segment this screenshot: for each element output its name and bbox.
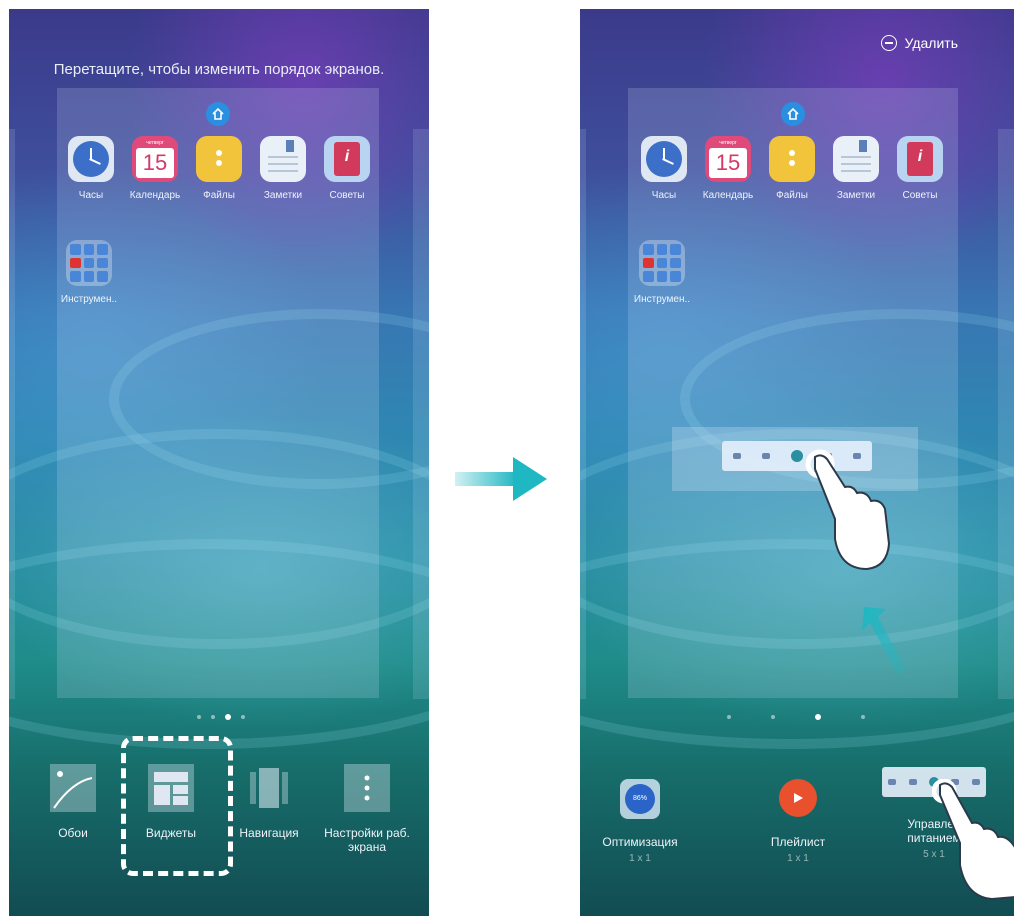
home-screen-card[interactable]: Часы четверг 15 Календарь Файлы Заметки … bbox=[57, 88, 379, 698]
option-label: Обои bbox=[58, 826, 88, 840]
option-navigation[interactable]: Навигация bbox=[219, 764, 319, 840]
reorder-hint: Перетащите, чтобы изменить порядок экран… bbox=[53, 61, 385, 78]
app-label: Инструмен.. bbox=[633, 294, 691, 305]
page-dot[interactable] bbox=[197, 715, 201, 719]
app-folder-tools[interactable]: Инструмен.. bbox=[55, 240, 123, 305]
tapping-hand-icon bbox=[932, 779, 1014, 901]
next-screen-preview[interactable] bbox=[998, 129, 1014, 699]
app-calendar[interactable]: четверг 15 Календарь bbox=[121, 136, 189, 201]
prev-screen-preview[interactable] bbox=[9, 129, 15, 699]
calendar-icon: четверг 15 bbox=[132, 136, 178, 182]
app-label: Файлы bbox=[203, 190, 235, 201]
tips-icon: i bbox=[324, 136, 370, 182]
app-label: Заметки bbox=[836, 190, 876, 201]
option-screen-settings[interactable]: Настройки раб. экрана bbox=[317, 764, 417, 854]
app-label: Советы bbox=[902, 190, 938, 201]
tips-icon: i bbox=[897, 136, 943, 182]
calendar-day-label: четверг bbox=[719, 140, 737, 146]
app-label: Календарь bbox=[129, 190, 181, 201]
app-notes[interactable]: Заметки bbox=[822, 136, 890, 201]
widget-playlist[interactable]: Плейлист 1 x 1 bbox=[738, 779, 858, 864]
app-files[interactable]: Файлы bbox=[185, 136, 253, 201]
app-notes[interactable]: Заметки bbox=[249, 136, 317, 201]
folder-files-icon bbox=[196, 136, 242, 182]
play-icon bbox=[779, 779, 817, 817]
delete-button[interactable]: Удалить bbox=[880, 35, 958, 51]
page-indicator bbox=[727, 714, 865, 720]
widget-size: 1 x 1 bbox=[629, 853, 651, 864]
folder-icon bbox=[66, 240, 112, 286]
home-icon[interactable] bbox=[206, 102, 230, 126]
optimization-icon: 86% bbox=[620, 779, 660, 819]
pointing-hand-icon bbox=[805, 449, 891, 571]
widget-name: Оптимизация bbox=[602, 835, 678, 849]
selection-highlight bbox=[121, 736, 233, 876]
page-dot[interactable] bbox=[771, 715, 775, 719]
page-dot[interactable] bbox=[241, 715, 245, 719]
clock-icon bbox=[641, 136, 687, 182]
remove-circle-icon bbox=[880, 35, 897, 51]
app-label: Заметки bbox=[263, 190, 303, 201]
app-calendar[interactable]: четверг 15 Календарь bbox=[694, 136, 762, 201]
clock-icon bbox=[68, 136, 114, 182]
app-label: Часы bbox=[78, 190, 104, 201]
widget-size: 1 x 1 bbox=[787, 853, 809, 864]
widget-name: Плейлист bbox=[770, 835, 826, 849]
transition-arrow-icon bbox=[455, 457, 547, 501]
navigation-icon bbox=[246, 764, 292, 812]
app-label: Часы bbox=[651, 190, 677, 201]
page-dot[interactable] bbox=[211, 715, 215, 719]
app-folder-tools[interactable]: Инструмен.. bbox=[628, 240, 696, 305]
calendar-date: 15 bbox=[709, 148, 747, 178]
widget-optimization[interactable]: 86% Оптимизация 1 x 1 bbox=[580, 779, 700, 864]
settings-icon bbox=[344, 764, 390, 812]
page-dot-active[interactable] bbox=[815, 714, 821, 720]
calendar-date: 15 bbox=[136, 148, 174, 178]
app-label: Файлы bbox=[776, 190, 808, 201]
delete-label: Удалить bbox=[904, 35, 958, 51]
option-wallpaper[interactable]: Обои bbox=[23, 764, 123, 840]
next-screen-preview[interactable] bbox=[413, 129, 429, 699]
app-clock[interactable]: Часы bbox=[630, 136, 698, 201]
folder-files-icon bbox=[769, 136, 815, 182]
prev-screen-preview[interactable] bbox=[580, 129, 586, 699]
page-dot[interactable] bbox=[861, 715, 865, 719]
app-label: Календарь bbox=[702, 190, 754, 201]
right-phone-screen: Удалить Часы четверг 15 Календарь Файлы … bbox=[580, 9, 1014, 916]
calendar-day-label: четверг bbox=[146, 140, 164, 146]
page-dot[interactable] bbox=[727, 715, 731, 719]
drag-up-arrow-icon bbox=[862, 607, 906, 675]
notes-icon bbox=[833, 136, 879, 182]
calendar-icon: четверг 15 bbox=[705, 136, 751, 182]
page-dot-active[interactable] bbox=[225, 714, 231, 720]
optimization-percent: 86% bbox=[625, 784, 655, 814]
notes-icon bbox=[260, 136, 306, 182]
app-label: Инструмен.. bbox=[60, 294, 118, 305]
app-files[interactable]: Файлы bbox=[758, 136, 826, 201]
page-indicator bbox=[197, 714, 245, 720]
home-icon[interactable] bbox=[781, 102, 805, 126]
wallpaper-icon bbox=[50, 764, 96, 812]
app-tips[interactable]: i Советы bbox=[886, 136, 954, 201]
app-label: Советы bbox=[329, 190, 365, 201]
option-label: Настройки раб. экрана bbox=[324, 826, 410, 854]
left-phone-screen: Перетащите, чтобы изменить порядок экран… bbox=[9, 9, 429, 916]
option-label: Навигация bbox=[239, 826, 299, 840]
app-tips[interactable]: i Советы bbox=[313, 136, 381, 201]
app-clock[interactable]: Часы bbox=[57, 136, 125, 201]
folder-icon bbox=[639, 240, 685, 286]
